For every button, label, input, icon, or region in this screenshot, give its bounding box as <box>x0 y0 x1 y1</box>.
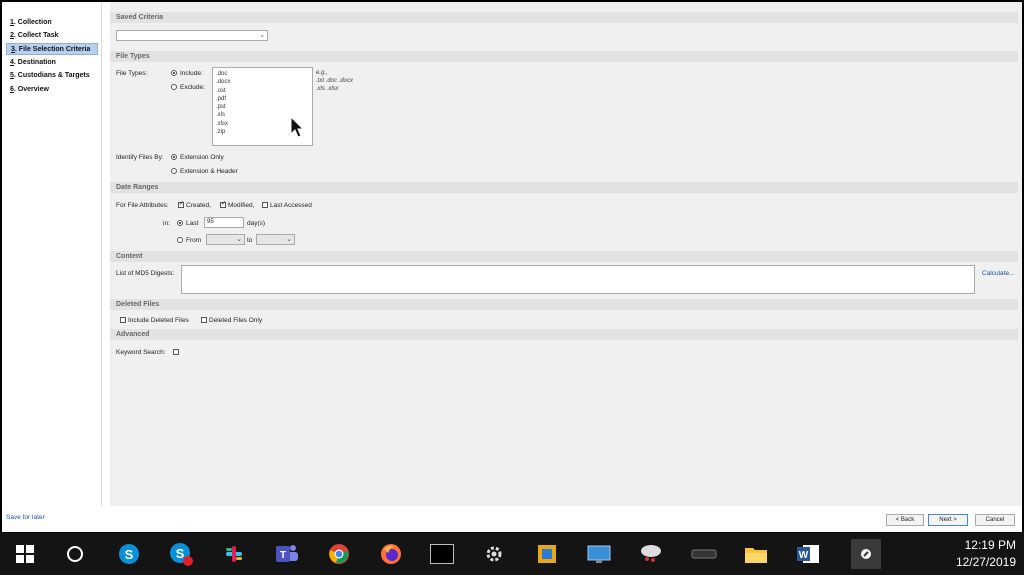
list-item[interactable]: .ost <box>216 87 309 95</box>
terminal-icon[interactable] <box>429 541 455 567</box>
save-for-later-link[interactable]: Save for later <box>6 514 45 521</box>
calculate-link[interactable]: Calculate... <box>982 270 1015 277</box>
remote-desktop-icon[interactable] <box>586 541 612 567</box>
section-content: Content <box>110 251 1018 262</box>
skype-icon[interactable]: S <box>116 541 142 567</box>
last-radio[interactable] <box>177 220 183 226</box>
include-label: Include: <box>180 70 203 77</box>
svg-text:T: T <box>280 550 286 561</box>
list-item[interactable]: .doc <box>216 70 309 78</box>
section-deleted-files: Deleted Files <box>110 299 1018 310</box>
md5-digests-input[interactable] <box>181 265 975 294</box>
created-label: Created, <box>186 202 211 209</box>
chevron-down-icon: ⌄ <box>259 32 265 39</box>
nav-item-custodians-targets[interactable]: 5. Custodians & Targets <box>6 70 98 82</box>
mouse-cursor-icon <box>290 116 304 138</box>
exclude-label: Exclude: <box>180 84 205 91</box>
skype-business-icon[interactable]: S <box>168 541 194 567</box>
extension-only-radio[interactable] <box>171 154 177 160</box>
nav-item-destination[interactable]: 4. Destination <box>6 57 98 69</box>
file-types-hint: .xls .xlsx <box>316 86 339 92</box>
firefox-icon[interactable] <box>378 541 404 567</box>
to-label: to <box>247 237 253 244</box>
to-date-select[interactable]: ⌄ <box>256 234 295 245</box>
from-label: From <box>186 237 202 244</box>
slack-icon[interactable] <box>221 541 247 567</box>
last-days-input[interactable]: 95 <box>204 217 244 228</box>
chrome-icon[interactable] <box>326 541 352 567</box>
file-explorer-icon[interactable] <box>743 541 769 567</box>
modified-label: Modified, <box>228 202 255 209</box>
keyword-search-label: Keyword Search: <box>116 349 166 356</box>
nav-item-collect-task[interactable]: 2. Collect Task <box>6 30 98 42</box>
list-item[interactable]: .docx <box>216 78 309 86</box>
from-radio[interactable] <box>177 237 183 243</box>
keyword-search-checkbox[interactable] <box>173 349 179 355</box>
settings-icon[interactable] <box>481 541 507 567</box>
main-panel: Saved Criteria ⌄ File Types File Types: … <box>110 2 1022 506</box>
section-date-ranges: Date Ranges <box>110 182 1018 193</box>
network-icon[interactable] <box>638 541 664 567</box>
chevron-down-icon: ⌄ <box>236 236 242 243</box>
clock-date: 12/27/2019 <box>955 555 1016 569</box>
nav-item-file-selection-criteria[interactable]: 3. File Selection Criteria <box>6 43 98 55</box>
last-label: Last <box>186 220 199 227</box>
identify-files-label: Identify Files By: <box>116 154 164 161</box>
days-label: day(s) <box>247 220 266 227</box>
in-label: in: <box>163 220 170 227</box>
app-icon[interactable] <box>534 541 560 567</box>
back-button[interactable]: < Back <box>886 514 924 526</box>
svg-text:S: S <box>176 546 185 561</box>
extension-header-label: Extension & Header <box>180 168 238 175</box>
include-deleted-label: Include Deleted Files <box>128 317 189 324</box>
section-saved-criteria: Saved Criteria <box>110 12 1018 23</box>
teams-icon[interactable]: T <box>274 541 300 567</box>
wizard-sidebar: 1. Collection 2. Collect Task 3. File Se… <box>2 2 102 506</box>
taskbar: S S T W 12:19 PM 12/27/2019 <box>0 533 1024 575</box>
svg-text:S: S <box>125 547 134 562</box>
clock-time: 12:19 PM <box>964 538 1016 552</box>
system-clock[interactable]: 12:19 PM 12/27/2019 <box>956 537 1016 571</box>
list-item[interactable]: .pst <box>216 103 309 111</box>
last-accessed-label: Last Accessed <box>270 202 312 209</box>
file-types-hint: .txt .doc .docx <box>316 78 354 84</box>
chevron-down-icon: ⌄ <box>286 236 292 243</box>
section-advanced: Advanced <box>110 329 1018 340</box>
nav-item-overview[interactable]: 6. Overview <box>6 84 98 96</box>
created-checkbox[interactable] <box>178 200 184 208</box>
nav-item-collection[interactable]: 1. Collection <box>6 17 98 29</box>
keyboard-device-icon[interactable] <box>691 541 717 567</box>
md5-digests-label: List of MD5 Digests: <box>116 270 175 277</box>
word-icon[interactable]: W <box>795 541 821 567</box>
active-app-icon[interactable] <box>851 539 881 569</box>
section-file-types: File Types <box>110 51 1018 62</box>
extension-header-radio[interactable] <box>171 168 177 174</box>
cancel-button[interactable]: Cancel <box>975 514 1015 526</box>
include-deleted-checkbox[interactable] <box>120 317 126 323</box>
last-accessed-checkbox[interactable] <box>262 202 268 208</box>
file-types-hint: e.g., <box>316 70 328 76</box>
cortana-icon[interactable] <box>62 541 88 567</box>
app-window: 1. Collection 2. Collect Task 3. File Se… <box>2 2 1022 532</box>
saved-criteria-select[interactable]: ⌄ <box>116 30 268 41</box>
next-button[interactable]: Next > <box>928 514 968 526</box>
exclude-radio[interactable] <box>171 84 177 90</box>
extension-only-label: Extension Only <box>180 154 224 161</box>
windows-start-icon[interactable] <box>12 541 38 567</box>
modified-checkbox[interactable] <box>220 200 226 208</box>
deleted-only-checkbox[interactable] <box>201 317 207 323</box>
deleted-only-label: Deleted Files Only <box>209 317 263 324</box>
include-radio[interactable] <box>171 70 177 76</box>
list-item[interactable]: .pdf <box>216 95 309 103</box>
file-attributes-label: For File Attributes: <box>116 202 169 209</box>
svg-text:W: W <box>799 550 809 561</box>
file-types-label: File Types: <box>116 70 148 77</box>
from-date-select[interactable]: ⌄ <box>206 234 245 245</box>
